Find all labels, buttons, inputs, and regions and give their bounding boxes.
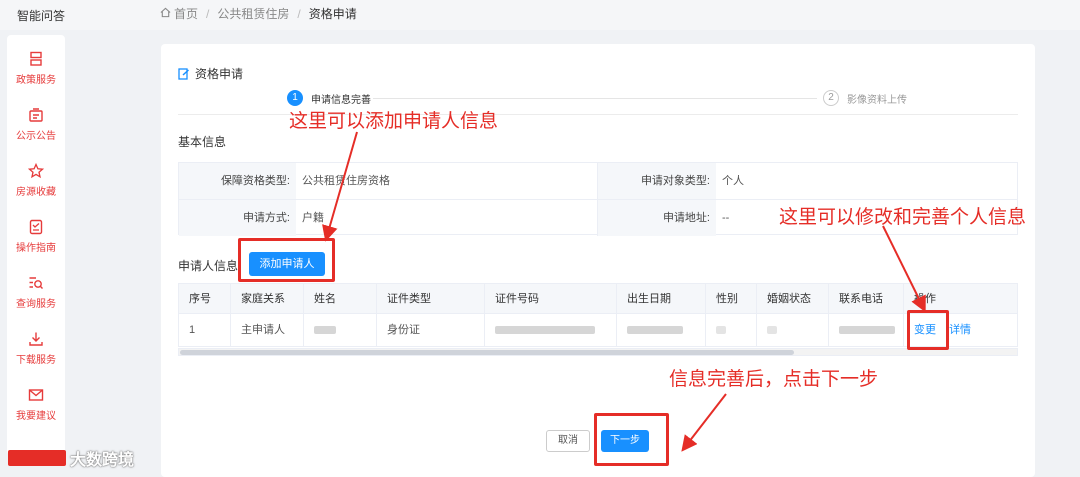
basic-info-heading: 基本信息	[178, 135, 227, 149]
policy-icon	[30, 51, 42, 66]
step-1-number: 1	[287, 90, 303, 106]
info-label: 申请方式:	[179, 200, 296, 236]
column-header: 操作	[914, 293, 936, 305]
row-marital-redacted	[757, 314, 829, 346]
info-label: 申请地址:	[597, 200, 716, 236]
applicant-table: 序号 家庭关系 姓名 证件类型 证件号码 出生日期 性别 婚姻状态 联系电话 操…	[178, 283, 1018, 356]
breadcrumb-separator: /	[206, 6, 210, 21]
column-header: 家庭关系	[231, 284, 304, 313]
table-header: 序号 家庭关系 姓名 证件类型 证件号码 出生日期 性别 婚姻状态 联系电话 操…	[178, 283, 1018, 314]
row-index: 1	[179, 314, 231, 346]
watermark: 大数跨境	[8, 446, 134, 470]
breadcrumb: 首页 / 公共租赁住房 / 资格申请	[160, 5, 357, 22]
scrollbar-thumb[interactable]	[180, 350, 794, 355]
sidebar-item-guide[interactable]: 操作指南	[7, 219, 65, 269]
highlight-change-link	[907, 310, 949, 350]
annotation-add: 这里可以添加申请人信息	[289, 110, 499, 132]
breadcrumb-separator: /	[297, 6, 301, 21]
breadcrumb-level2[interactable]: 公共租赁住房	[217, 5, 289, 22]
sidebar-item-suggest[interactable]: 我要建议	[7, 387, 65, 437]
notice-icon	[29, 108, 43, 122]
sidebar-item-favorites[interactable]: 房源收藏	[7, 163, 65, 213]
sidebar-item-policy[interactable]: 政策服务	[7, 51, 65, 101]
table-scrollbar[interactable]	[178, 348, 1018, 356]
column-header: 证件类型	[377, 284, 485, 313]
column-header: 联系电话	[829, 284, 904, 313]
row-gender-redacted	[706, 314, 757, 346]
watermark-logo	[8, 450, 66, 466]
sidebar-item-label: 查询服务	[16, 299, 56, 310]
sidebar-item-notice[interactable]: 公示公告	[7, 107, 65, 157]
mail-icon	[28, 389, 44, 401]
row-birthdate-redacted	[617, 314, 706, 346]
info-row: 保障资格类型: 公共租赁住房资格 申请对象类型: 个人	[179, 163, 1017, 199]
row-name-redacted	[304, 314, 377, 346]
sidebar: 政策服务 公示公告 房源收藏 操作指南 查询服务 下载服务 我要建议	[7, 35, 65, 455]
annotation-next: 信息完善后，点击下一步	[669, 368, 879, 390]
edit-doc-icon	[178, 67, 190, 80]
star-icon	[28, 163, 44, 179]
row-id-number-redacted	[485, 314, 617, 346]
row-phone-redacted	[829, 314, 904, 346]
sidebar-item-label: 我要建议	[16, 411, 56, 422]
info-value: 个人	[722, 175, 744, 187]
column-header: 婚姻状态	[757, 284, 829, 313]
breadcrumb-current: 资格申请	[308, 7, 357, 21]
guide-icon	[29, 219, 43, 235]
sidebar-item-label: 下载服务	[16, 355, 56, 366]
page-title: 资格申请	[178, 65, 243, 82]
home-icon[interactable]	[160, 7, 171, 21]
cancel-button[interactable]: 取消	[546, 430, 590, 452]
step-2-label: 影像资料上传	[847, 95, 907, 106]
sidebar-item-label: 操作指南	[16, 243, 56, 254]
step-connector	[373, 98, 817, 99]
info-label: 申请对象类型:	[597, 163, 716, 199]
table-row: 1 主申请人 身份证 变更 详情	[178, 314, 1018, 347]
sidebar-item-download[interactable]: 下载服务	[7, 331, 65, 381]
sidebar-item-label: 公示公告	[16, 131, 56, 142]
row-relation: 主申请人	[231, 314, 304, 346]
row-id-type: 身份证	[377, 314, 485, 346]
step-1-label: 申请信息完善	[311, 95, 371, 106]
sidebar-item-query[interactable]: 查询服务	[7, 275, 65, 325]
column-header: 姓名	[304, 284, 377, 313]
column-header: 出生日期	[617, 284, 706, 313]
watermark-text: 大数跨境	[70, 450, 135, 469]
sidebar-item-label: 房源收藏	[16, 187, 56, 198]
breadcrumb-home[interactable]: 首页	[174, 5, 198, 22]
top-bar: 智能问答 首页 / 公共租赁住房 / 资格申请	[0, 0, 1080, 30]
column-header: 证件号码	[485, 284, 617, 313]
column-header: 序号	[179, 284, 231, 313]
step-2-number: 2	[823, 90, 839, 106]
detail-link[interactable]: 详情	[949, 324, 971, 336]
download-icon	[29, 332, 43, 346]
highlight-add-applicant	[238, 238, 335, 282]
annotation-modify: 这里可以修改和完善个人信息	[779, 206, 1027, 228]
page-title-text: 资格申请	[195, 67, 244, 81]
highlight-next-button	[594, 413, 669, 466]
applicant-heading: 申请人信息	[178, 259, 239, 273]
info-value: 公共租赁住房资格	[302, 175, 390, 187]
brand-label: 智能问答	[17, 9, 66, 23]
info-label: 保障资格类型:	[179, 163, 296, 199]
sidebar-item-label: 政策服务	[16, 75, 56, 86]
column-header: 性别	[706, 284, 757, 313]
info-value: 户籍	[302, 212, 324, 224]
query-icon	[29, 277, 43, 289]
